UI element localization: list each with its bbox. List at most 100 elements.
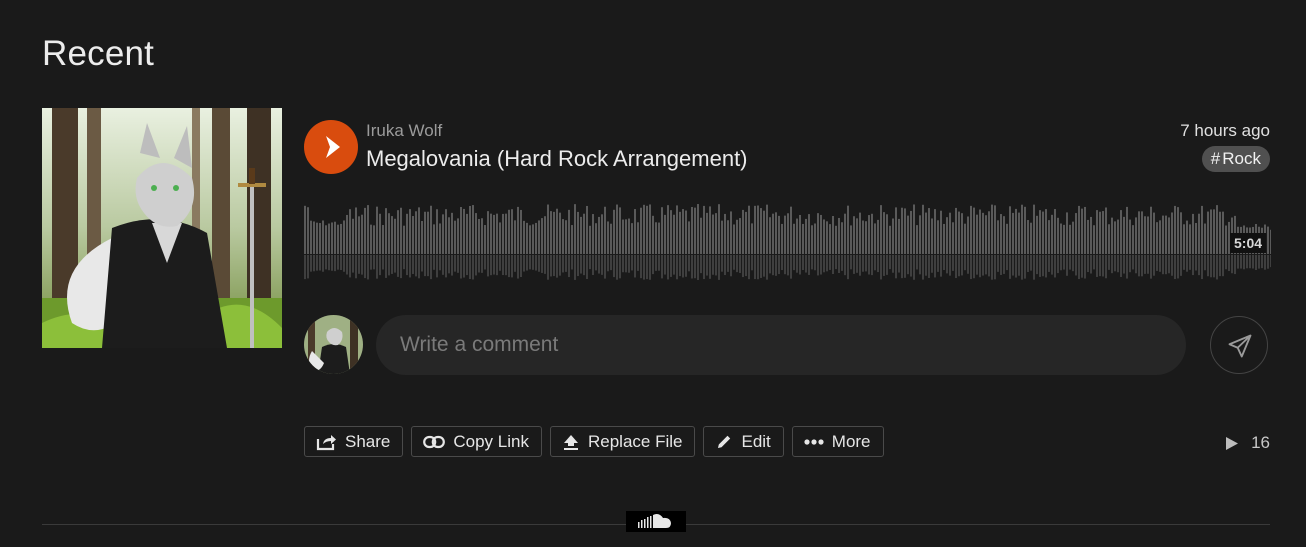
link-icon <box>423 435 446 448</box>
waveform-reflection-bar <box>367 255 369 280</box>
waveform-bar <box>397 210 399 254</box>
waveform-bar <box>874 223 876 254</box>
waveform-reflection-bar <box>544 255 546 274</box>
waveform-reflection-bar <box>526 255 528 271</box>
waveform-bar <box>1057 217 1059 254</box>
waveform-reflection-bar <box>1168 255 1170 274</box>
share-button[interactable]: Share <box>304 426 404 457</box>
waveform-bar <box>343 220 345 254</box>
track-artist[interactable]: Iruka Wolf <box>366 121 442 141</box>
waveform-bar <box>1147 216 1149 254</box>
waveform-bar <box>376 206 378 254</box>
waveform-reflection-bar <box>967 255 969 274</box>
waveform-bar <box>313 221 315 254</box>
waveform-bar <box>1048 220 1050 254</box>
waveform-reflection-bar <box>565 255 567 272</box>
waveform-reflection-bar <box>862 255 864 272</box>
waveform[interactable] <box>304 190 1271 282</box>
waveform-reflection-bar <box>850 255 852 270</box>
waveform-bar <box>436 209 438 254</box>
waveform-bar <box>1105 207 1107 254</box>
waveform-reflection-bar <box>421 255 423 272</box>
waveform-bar <box>586 205 588 254</box>
waveform-reflection-bar <box>538 255 540 272</box>
waveform-reflection-bar <box>958 255 960 277</box>
waveform-bar <box>568 209 570 254</box>
waveform-reflection-bar <box>1045 255 1047 278</box>
play-button[interactable] <box>304 120 358 174</box>
waveform-reflection-bar <box>1054 255 1056 278</box>
waveform-reflection-bar <box>721 255 723 272</box>
waveform-reflection-bar <box>1027 255 1029 272</box>
replace-file-label: Replace File <box>587 431 683 451</box>
send-comment-button[interactable] <box>1210 316 1268 374</box>
waveform-bar <box>538 220 540 254</box>
waveform-bar <box>760 208 762 254</box>
waveform-bar <box>682 209 684 254</box>
copy-link-button[interactable]: Copy Link <box>411 426 542 457</box>
waveform-bar <box>1186 220 1188 254</box>
waveform-reflection-bar <box>430 255 432 280</box>
more-button[interactable]: More <box>791 426 884 457</box>
waveform-bar <box>700 217 702 254</box>
waveform-reflection-bar <box>619 255 621 279</box>
waveform-bar <box>1024 206 1026 254</box>
waveform-reflection-bar <box>931 255 933 273</box>
user-avatar[interactable] <box>304 315 363 374</box>
genre-tag[interactable]: # Rock <box>1201 146 1270 172</box>
waveform-reflection-bar <box>613 255 615 278</box>
waveform-bar <box>964 223 966 254</box>
waveform-reflection-bar <box>1132 255 1134 270</box>
waveform-bar <box>688 221 690 254</box>
waveform-bar <box>535 222 537 254</box>
waveform-reflection-bar <box>1147 255 1149 274</box>
waveform-reflection-bar <box>976 255 978 275</box>
waveform-bar <box>823 219 825 254</box>
waveform-bar <box>1114 221 1116 254</box>
waveform-bar <box>973 207 975 254</box>
comment-input[interactable] <box>376 315 1186 375</box>
waveform-reflection-bar <box>880 255 882 280</box>
waveform-reflection-bar <box>1213 255 1215 278</box>
replace-file-button[interactable]: Replace File <box>549 426 696 457</box>
waveform-reflection-bar <box>520 255 522 278</box>
waveform-bar <box>604 206 606 254</box>
waveform-bar <box>1171 212 1173 254</box>
waveform-reflection-bar <box>448 255 450 274</box>
waveform-reflection-bar <box>802 255 804 271</box>
waveform-reflection-bar <box>1066 255 1068 276</box>
waveform-bar <box>745 211 747 254</box>
waveform-bar <box>583 213 585 254</box>
waveform-bar <box>793 223 795 254</box>
waveform-reflection-bar <box>1087 255 1089 273</box>
waveform-bar <box>784 215 786 254</box>
waveform-bar <box>1021 204 1023 254</box>
track-title[interactable]: Megalovania (Hard Rock Arrangement) <box>366 146 748 172</box>
waveform-reflection-bar <box>715 255 717 276</box>
waveform-reflection-bar <box>628 255 630 273</box>
waveform-bar <box>910 210 912 254</box>
waveform-reflection-bar <box>1090 255 1092 274</box>
waveform-reflection-bar <box>553 255 555 277</box>
waveform-bar <box>607 221 609 254</box>
waveform-reflection-bar <box>1258 255 1260 269</box>
waveform-reflection-bar <box>478 255 480 273</box>
waveform-reflection-bar <box>949 255 951 276</box>
waveform-bar <box>1198 213 1200 254</box>
waveform-reflection-bar <box>1225 255 1227 270</box>
track-artwork[interactable] <box>42 108 282 348</box>
waveform-reflection-bar <box>364 255 366 279</box>
waveform-bar <box>748 205 750 254</box>
edit-button[interactable]: Edit <box>703 426 784 457</box>
waveform-bar <box>610 223 612 254</box>
waveform-bar <box>325 225 327 254</box>
waveform-reflection-bar <box>1114 255 1116 272</box>
waveform-reflection-bar <box>679 255 681 277</box>
waveform-bar <box>1192 213 1194 254</box>
waveform-bar <box>913 204 915 254</box>
waveform-bar <box>1222 211 1224 254</box>
waveform-bar <box>1162 215 1164 254</box>
waveform-bar <box>373 225 375 254</box>
waveform-reflection-bar <box>1204 255 1206 271</box>
waveform-bar <box>919 215 921 254</box>
